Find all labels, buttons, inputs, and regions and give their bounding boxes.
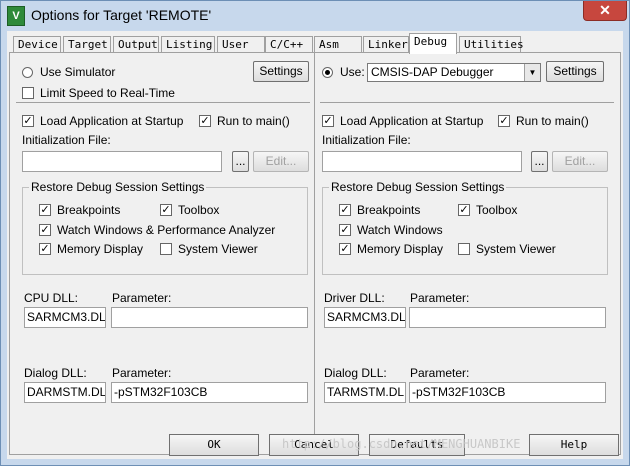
breakpoints-label: Breakpoints: [57, 203, 121, 217]
title-bar[interactable]: V Options for Target 'REMOTE' ✕: [1, 1, 629, 31]
right-memory-display-checkbox[interactable]: ✓: [339, 243, 351, 255]
right-init-file-browse-button[interactable]: ...: [531, 151, 548, 172]
app-icon: V: [7, 6, 25, 26]
cancel-button[interactable]: Cancel: [269, 434, 359, 456]
init-file-label: Initialization File:: [22, 133, 111, 147]
right-system-viewer-label: System Viewer: [476, 242, 556, 256]
memory-display-label: Memory Display: [57, 242, 144, 256]
driver-dll-input[interactable]: SARMCM3.DLL: [324, 307, 406, 328]
right-dialog-parameter-input[interactable]: -pSTM32F103CB: [409, 382, 606, 403]
watch-windows-checkbox[interactable]: ✓: [39, 224, 51, 236]
right-separator: [320, 102, 614, 103]
tab-listing[interactable]: Listing: [161, 36, 215, 52]
right-load-app-label: Load Application at Startup: [340, 114, 484, 128]
column-divider: [314, 53, 315, 451]
init-file-input[interactable]: [22, 151, 222, 172]
right-load-app-checkbox[interactable]: ✓: [322, 115, 334, 127]
tab-device[interactable]: Device: [13, 36, 61, 52]
right-dialog-parameter-label: Parameter:: [410, 366, 470, 380]
run-to-main-label: Run to main(): [217, 114, 290, 128]
restore-settings-title: Restore Debug Session Settings: [29, 180, 207, 194]
right-run-to-main-checkbox[interactable]: ✓: [498, 115, 510, 127]
system-viewer-checkbox[interactable]: [160, 243, 172, 255]
toolbox-checkbox[interactable]: ✓: [160, 204, 172, 216]
cpu-parameter-input[interactable]: [111, 307, 308, 328]
right-breakpoints-checkbox[interactable]: ✓: [339, 204, 351, 216]
right-memory-display-label: Memory Display: [357, 242, 444, 256]
debugger-select-value: CMSIS-DAP Debugger: [371, 65, 494, 79]
defaults-button[interactable]: Defaults: [369, 434, 465, 456]
toolbox-label: Toolbox: [178, 203, 220, 217]
init-file-browse-button[interactable]: ...: [232, 151, 249, 172]
load-app-checkbox[interactable]: ✓: [22, 115, 34, 127]
cpu-dll-label: CPU DLL:: [24, 291, 79, 305]
tab-linker[interactable]: Linker: [363, 36, 409, 52]
tab-debug[interactable]: Debug: [409, 33, 457, 54]
use-simulator-label: Use Simulator: [40, 65, 116, 79]
dialog-dll-input[interactable]: DARMSTM.DLL: [24, 382, 106, 403]
right-restore-settings-title: Restore Debug Session Settings: [329, 180, 507, 194]
load-app-label: Load Application at Startup: [40, 114, 184, 128]
tab-user[interactable]: User: [217, 36, 265, 52]
right-init-file-edit-button[interactable]: Edit...: [552, 151, 608, 172]
tab-output[interactable]: Output: [113, 36, 159, 52]
ok-button[interactable]: OK: [169, 434, 259, 456]
right-init-file-input[interactable]: [322, 151, 522, 172]
options-dialog: V Options for Target 'REMOTE' ✕ Device T…: [0, 0, 630, 466]
driver-dll-label: Driver DLL:: [324, 291, 385, 305]
right-system-viewer-checkbox[interactable]: [458, 243, 470, 255]
chevron-down-icon[interactable]: ▼: [524, 64, 540, 81]
cpu-dll-input[interactable]: SARMCM3.DLL: [24, 307, 106, 328]
debugger-settings-button[interactable]: Settings: [546, 61, 604, 82]
tab-utilities[interactable]: Utilities: [459, 36, 524, 52]
left-separator: [16, 102, 310, 103]
cpu-parameter-label: Parameter:: [112, 291, 172, 305]
right-init-file-label: Initialization File:: [322, 133, 411, 147]
watch-windows-label: Watch Windows & Performance Analyzer: [57, 223, 276, 237]
right-breakpoints-label: Breakpoints: [357, 203, 421, 217]
right-dialog-dll-input[interactable]: TARMSTM.DLL: [324, 382, 406, 403]
simulator-settings-button[interactable]: Settings: [253, 61, 309, 82]
right-restore-settings-group: Restore Debug Session Settings ✓ Breakpo…: [322, 180, 608, 275]
dialog-parameter-label: Parameter:: [112, 366, 172, 380]
tab-cpp[interactable]: C/C++: [265, 36, 313, 52]
tab-target[interactable]: Target: [63, 36, 111, 52]
run-to-main-checkbox[interactable]: ✓: [199, 115, 211, 127]
breakpoints-checkbox[interactable]: ✓: [39, 204, 51, 216]
right-dialog-dll-label: Dialog DLL:: [324, 366, 387, 380]
right-watch-windows-checkbox[interactable]: ✓: [339, 224, 351, 236]
restore-settings-group: Restore Debug Session Settings ✓ Breakpo…: [22, 180, 308, 275]
right-toolbox-label: Toolbox: [476, 203, 518, 217]
driver-parameter-label: Parameter:: [410, 291, 470, 305]
help-button[interactable]: Help: [529, 434, 619, 456]
use-debugger-label: Use:: [340, 65, 365, 79]
use-simulator-radio[interactable]: [22, 67, 33, 78]
init-file-edit-button[interactable]: Edit...: [253, 151, 309, 172]
window-title: Options for Target 'REMOTE': [31, 7, 212, 23]
tab-asm[interactable]: Asm: [314, 36, 362, 52]
memory-display-checkbox[interactable]: ✓: [39, 243, 51, 255]
close-button[interactable]: ✕: [583, 1, 627, 21]
dialog-client: Device Target Output Listing User C/C++ …: [7, 31, 623, 459]
dialog-parameter-input[interactable]: -pSTM32F103CB: [111, 382, 308, 403]
close-icon: ✕: [599, 2, 611, 18]
right-watch-windows-label: Watch Windows: [357, 223, 443, 237]
system-viewer-label: System Viewer: [178, 242, 258, 256]
dialog-dll-label: Dialog DLL:: [24, 366, 87, 380]
right-run-to-main-label: Run to main(): [516, 114, 589, 128]
limit-speed-label: Limit Speed to Real-Time: [40, 86, 175, 100]
debug-panel: Use Simulator Settings Limit Speed to Re…: [9, 52, 621, 455]
right-toolbox-checkbox[interactable]: ✓: [458, 204, 470, 216]
use-debugger-radio[interactable]: [322, 67, 333, 78]
driver-parameter-input[interactable]: [409, 307, 606, 328]
debugger-select[interactable]: CMSIS-DAP Debugger ▼: [367, 63, 541, 82]
limit-speed-checkbox[interactable]: [22, 87, 34, 99]
